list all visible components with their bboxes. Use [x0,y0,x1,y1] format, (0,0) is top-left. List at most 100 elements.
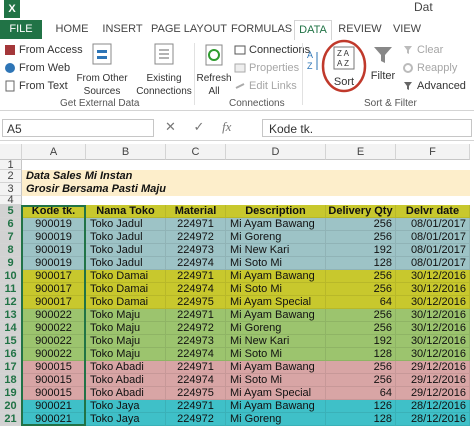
table-cell[interactable]: Toko Maju [86,309,166,322]
table-cell[interactable]: 900015 [22,361,86,374]
table-cell[interactable]: 900019 [22,244,86,257]
row-header[interactable]: 6 [0,218,22,231]
row-header[interactable]: 4 [0,195,22,206]
table-cell[interactable]: 224971 [166,361,226,374]
table-cell[interactable]: 30/12/2016 [396,348,470,361]
table-cell[interactable]: 128 [326,348,396,361]
from-access-button[interactable]: From Access [4,44,83,56]
table-cell[interactable]: 29/12/2016 [396,374,470,387]
table-cell[interactable]: 64 [326,387,396,400]
column-header-d[interactable]: D [226,144,326,160]
table-cell[interactable]: Toko Abadi [86,374,166,387]
connections-button[interactable]: Connections [234,44,310,56]
table-cell[interactable]: Mi Soto Mi [226,283,326,296]
from-web-button[interactable]: From Web [4,62,70,74]
table-cell[interactable]: 900021 [22,400,86,413]
name-box[interactable]: A5 [2,119,154,137]
properties-button[interactable]: Properties [234,62,299,74]
row-header[interactable]: 5 [0,205,22,218]
edit-links-button[interactable]: Edit Links [234,80,297,92]
table-cell[interactable]: 900022 [22,335,86,348]
table-cell[interactable]: Mi Soto Mi [226,374,326,387]
table-cell[interactable]: 900015 [22,374,86,387]
select-all-corner[interactable] [0,144,22,160]
table-cell[interactable]: Mi Goreng [226,322,326,335]
enter-icon[interactable]: ✓ [194,119,205,134]
table-cell[interactable]: 192 [326,335,396,348]
table-cell[interactable]: 29/12/2016 [396,361,470,374]
table-cell[interactable]: 256 [326,322,396,335]
table-cell[interactable]: Toko Maju [86,322,166,335]
row-header[interactable]: 14 [0,322,22,335]
row-header[interactable]: 16 [0,348,22,361]
header-cell[interactable]: Nama Toko [86,205,166,218]
header-cell[interactable]: Delivery Qty [326,205,396,218]
table-cell[interactable]: 900022 [22,322,86,335]
table-cell[interactable]: 256 [326,283,396,296]
table-cell[interactable]: 29/12/2016 [396,387,470,400]
table-cell[interactable]: Toko Jaya [86,400,166,413]
formula-input[interactable]: Kode tk. [262,119,472,137]
table-cell[interactable]: 900017 [22,283,86,296]
table-cell[interactable]: 224971 [166,400,226,413]
table-cell[interactable]: Mi Ayam Bawang [226,270,326,283]
header-cell[interactable]: Material [166,205,226,218]
table-cell[interactable]: 900017 [22,296,86,309]
tab-home[interactable]: HOME [52,20,92,39]
table-cell[interactable]: Toko Maju [86,335,166,348]
row-header[interactable]: 20 [0,400,22,413]
table-cell[interactable]: 08/01/2017 [396,231,470,244]
row-header[interactable]: 21 [0,413,22,426]
header-cell[interactable]: Kode tk. [22,205,86,218]
tab-file[interactable]: FILE [0,20,42,39]
row-header[interactable]: 10 [0,270,22,283]
table-cell[interactable]: 224974 [166,374,226,387]
clear-button[interactable]: Clear [402,44,443,56]
table-cell[interactable]: 30/12/2016 [396,309,470,322]
reapply-button[interactable]: Reapply [402,62,457,74]
table-cell[interactable]: 224975 [166,296,226,309]
table-cell[interactable]: 30/12/2016 [396,335,470,348]
table-cell[interactable]: 64 [326,296,396,309]
table-cell[interactable]: 900019 [22,257,86,270]
table-cell[interactable]: 224974 [166,257,226,270]
table-cell[interactable]: 128 [326,257,396,270]
table-cell[interactable]: 224971 [166,218,226,231]
row-header[interactable]: 9 [0,257,22,270]
table-cell[interactable]: Mi Soto Mi [226,257,326,270]
sheet-title[interactable]: Data Sales Mi Instan [22,170,322,183]
refresh-all-button[interactable]: Refresh All [196,42,232,98]
table-cell[interactable]: 28/12/2016 [396,400,470,413]
table-cell[interactable]: Toko Abadi [86,387,166,400]
table-cell[interactable]: Mi Soto Mi [226,348,326,361]
table-cell[interactable]: 900021 [22,413,86,426]
table-cell[interactable]: 900022 [22,348,86,361]
table-cell[interactable]: 126 [326,400,396,413]
tab-review[interactable]: REVIEW [338,20,382,39]
table-cell[interactable]: Mi New Kari [226,335,326,348]
row-header[interactable]: 8 [0,244,22,257]
table-cell[interactable]: 224971 [166,270,226,283]
table-cell[interactable]: 08/01/2017 [396,218,470,231]
existing-connections-button[interactable]: Existing Connections [136,42,192,98]
table-cell[interactable]: Mi Ayam Special [226,296,326,309]
sort-az-icon[interactable]: AZ [306,48,320,81]
table-cell[interactable]: Mi Ayam Bawang [226,218,326,231]
table-cell[interactable]: 900019 [22,218,86,231]
column-header-a[interactable]: A [22,144,86,160]
tab-formulas[interactable]: FORMULAS [231,20,292,39]
tab-insert[interactable]: INSERT [100,20,145,39]
table-cell[interactable]: 224971 [166,309,226,322]
table-cell[interactable]: Toko Jadul [86,244,166,257]
table-cell[interactable]: Mi Ayam Bawang [226,400,326,413]
row-header[interactable]: 15 [0,335,22,348]
row-header[interactable]: 13 [0,309,22,322]
table-cell[interactable]: Mi Ayam Bawang [226,309,326,322]
table-cell[interactable]: 128 [326,413,396,426]
table-cell[interactable]: Toko Damai [86,283,166,296]
table-cell[interactable]: 900017 [22,270,86,283]
header-cell[interactable]: Description [226,205,326,218]
table-cell[interactable]: Toko Jaya [86,413,166,426]
table-cell[interactable]: 224974 [166,283,226,296]
advanced-button[interactable]: Advanced [402,80,466,92]
